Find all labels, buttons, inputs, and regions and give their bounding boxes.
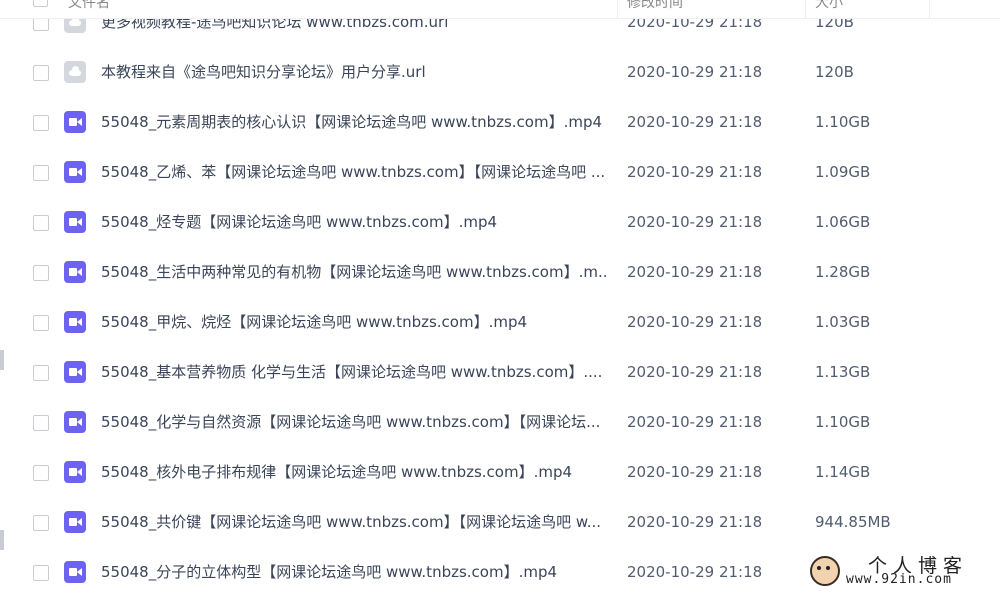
row-checkbox[interactable]: [33, 165, 49, 181]
row-checkbox[interactable]: [33, 415, 49, 431]
column-divider[interactable]: [805, 0, 806, 18]
file-row[interactable]: 本教程来自《途鸟吧知识分享论坛》用户分享.url 2020-10-29 21:18…: [0, 47, 1000, 97]
file-name[interactable]: 55048_烃专题【网课论坛途鸟吧 www.tnbzs.com】.mp4: [101, 197, 606, 247]
video-file-icon: [64, 561, 86, 583]
file-modified-time: 2020-10-29 21:18: [627, 513, 763, 531]
watermark-url: www.92in.com: [846, 572, 952, 587]
file-modified-time: 2020-10-29 21:18: [627, 363, 763, 381]
file-size: 1.14GB: [815, 463, 871, 481]
file-name[interactable]: 55048_基本营养物质 化学与生活【网课论坛途鸟吧 www.tnbzs.com…: [101, 347, 606, 397]
column-divider[interactable]: [617, 0, 618, 18]
cartoon-face-icon: [810, 556, 840, 586]
row-checkbox[interactable]: [33, 315, 49, 331]
file-row[interactable]: 55048_共价键【网课论坛途鸟吧 www.tnbzs.com】【网课论坛途鸟吧…: [0, 497, 1000, 547]
video-file-icon: [64, 111, 86, 133]
row-checkbox[interactable]: [33, 565, 49, 581]
blog-watermark: 个人博客 www.92in.com: [806, 548, 996, 593]
file-modified-time: 2020-10-29 21:18: [627, 63, 763, 81]
column-header-size[interactable]: 大小: [815, 0, 843, 18]
row-checkbox[interactable]: [33, 265, 49, 281]
file-list-header: 文件名 ▼ 修改时间 大小: [0, 0, 1000, 19]
file-modified-time: 2020-10-29 21:18: [627, 213, 763, 231]
row-checkbox[interactable]: [33, 65, 49, 81]
file-modified-time: 2020-10-29 21:18: [627, 563, 763, 581]
file-name[interactable]: 55048_生活中两种常见的有机物【网课论坛途鸟吧 www.tnbzs.com】…: [101, 247, 606, 297]
file-name[interactable]: 本教程来自《途鸟吧知识分享论坛》用户分享.url: [101, 47, 606, 97]
video-file-icon: [64, 311, 86, 333]
file-modified-time: 2020-10-29 21:18: [627, 263, 763, 281]
file-size: 120B: [815, 63, 854, 81]
video-file-icon: [64, 261, 86, 283]
file-size: 1.06GB: [815, 213, 871, 231]
file-row[interactable]: 55048_乙烯、苯【网课论坛途鸟吧 www.tnbzs.com】【网课论坛途鸟…: [0, 147, 1000, 197]
file-name[interactable]: 55048_化学与自然资源【网课论坛途鸟吧 www.tnbzs.com】【网课论…: [101, 397, 606, 447]
file-size: 944.85MB: [815, 513, 891, 531]
file-row[interactable]: 55048_核外电子排布规律【网课论坛途鸟吧 www.tnbzs.com】.mp…: [0, 447, 1000, 497]
video-file-icon: [64, 411, 86, 433]
file-row[interactable]: 55048_甲烷、烷烃【网课论坛途鸟吧 www.tnbzs.com】.mp4 20…: [0, 297, 1000, 347]
file-name[interactable]: 55048_分子的立体构型【网课论坛途鸟吧 www.tnbzs.com】.mp4: [101, 547, 606, 597]
file-modified-time: 2020-10-29 21:18: [627, 313, 763, 331]
file-row[interactable]: 55048_烃专题【网课论坛途鸟吧 www.tnbzs.com】.mp4 2020…: [0, 197, 1000, 247]
file-size: 1.09GB: [815, 163, 871, 181]
file-modified-time: 2020-10-29 21:18: [627, 163, 763, 181]
file-modified-time: 2020-10-29 21:18: [627, 463, 763, 481]
row-checkbox[interactable]: [33, 515, 49, 531]
select-all-checkbox[interactable]: [33, 0, 48, 7]
row-checkbox[interactable]: [33, 365, 49, 381]
column-header-name[interactable]: 文件名: [68, 0, 110, 18]
file-size: 1.10GB: [815, 413, 871, 431]
file-size: 1.10GB: [815, 113, 871, 131]
video-file-icon: [64, 211, 86, 233]
file-size: 1.13GB: [815, 363, 871, 381]
file-modified-time: 2020-10-29 21:18: [627, 113, 763, 131]
column-header-time[interactable]: 修改时间: [627, 0, 683, 18]
video-file-icon: [64, 361, 86, 383]
row-checkbox[interactable]: [33, 465, 49, 481]
file-name[interactable]: 55048_元素周期表的核心认识【网课论坛途鸟吧 www.tnbzs.com】.…: [101, 97, 606, 147]
file-size: 1.03GB: [815, 313, 871, 331]
cloud-link-icon: [64, 61, 86, 83]
video-file-icon: [64, 461, 86, 483]
video-file-icon: [64, 511, 86, 533]
file-name[interactable]: 55048_共价键【网课论坛途鸟吧 www.tnbzs.com】【网课论坛途鸟吧…: [101, 497, 606, 547]
row-checkbox[interactable]: [33, 115, 49, 131]
row-checkbox[interactable]: [33, 215, 49, 231]
file-name[interactable]: 55048_核外电子排布规律【网课论坛途鸟吧 www.tnbzs.com】.mp…: [101, 447, 606, 497]
video-file-icon: [64, 161, 86, 183]
file-name[interactable]: 55048_甲烷、烷烃【网课论坛途鸟吧 www.tnbzs.com】.mp4: [101, 297, 606, 347]
file-row[interactable]: 55048_生活中两种常见的有机物【网课论坛途鸟吧 www.tnbzs.com】…: [0, 247, 1000, 297]
file-modified-time: 2020-10-29 21:18: [627, 413, 763, 431]
file-name[interactable]: 55048_乙烯、苯【网课论坛途鸟吧 www.tnbzs.com】【网课论坛途鸟…: [101, 147, 606, 197]
file-row[interactable]: 55048_化学与自然资源【网课论坛途鸟吧 www.tnbzs.com】【网课论…: [0, 397, 1000, 447]
file-row[interactable]: 55048_元素周期表的核心认识【网课论坛途鸟吧 www.tnbzs.com】.…: [0, 97, 1000, 147]
column-divider[interactable]: [929, 0, 930, 18]
file-row[interactable]: 55048_基本营养物质 化学与生活【网课论坛途鸟吧 www.tnbzs.com…: [0, 347, 1000, 397]
file-size: 1.28GB: [815, 263, 871, 281]
